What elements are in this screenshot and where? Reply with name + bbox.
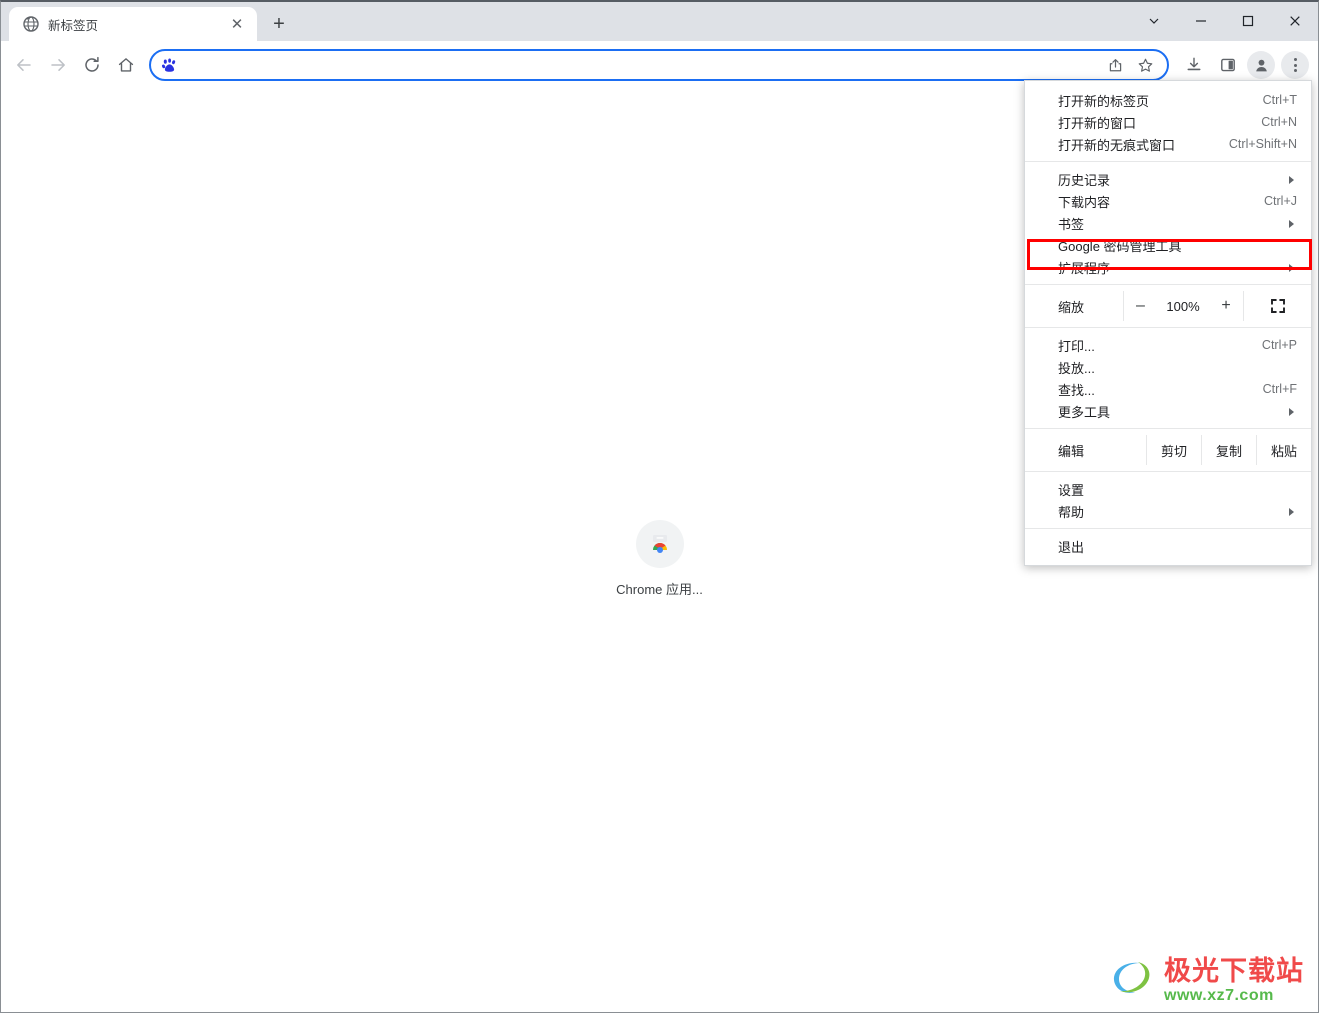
menu-edit-row: 编辑 剪切 复制 粘贴 bbox=[1025, 435, 1311, 465]
zoom-out-button[interactable]: – bbox=[1123, 291, 1157, 321]
profile-avatar[interactable] bbox=[1247, 51, 1275, 79]
share-icon[interactable] bbox=[1101, 51, 1129, 79]
window-controls bbox=[1130, 2, 1318, 40]
chrome-main-menu: 打开新的标签页 Ctrl+T 打开新的窗口 Ctrl+N 打开新的无痕式窗口 C… bbox=[1024, 80, 1312, 566]
menu-separator bbox=[1025, 284, 1311, 285]
menu-separator bbox=[1025, 471, 1311, 472]
watermark-text: 极光下载站 www.xz7.com bbox=[1164, 955, 1304, 1004]
close-icon[interactable] bbox=[1271, 2, 1318, 40]
browser-window: 新标签页 ✕ + Chrome 应用... 极光下载站 www.xz7.com … bbox=[0, 0, 1319, 1013]
menu-item-accel: Ctrl+F bbox=[1262, 382, 1297, 396]
menu-item-label: 更多工具 bbox=[1058, 404, 1111, 420]
address-input[interactable] bbox=[187, 51, 1092, 79]
menu-item-accel: Ctrl+Shift+N bbox=[1228, 137, 1297, 151]
chevron-right-icon bbox=[1288, 507, 1297, 516]
menu-item-new-tab[interactable]: 打开新的标签页 Ctrl+T bbox=[1025, 89, 1311, 111]
zoom-level-value: 100% bbox=[1166, 298, 1200, 314]
menu-item-extensions[interactable]: 扩展程序 bbox=[1025, 256, 1311, 278]
menu-item-more-tools[interactable]: 更多工具 bbox=[1025, 400, 1311, 422]
menu-item-label: 扩展程序 bbox=[1058, 260, 1111, 276]
address-bar[interactable] bbox=[149, 49, 1169, 81]
chevron-down-icon[interactable] bbox=[1130, 2, 1177, 40]
menu-item-help[interactable]: 帮助 bbox=[1025, 500, 1311, 522]
chevron-right-icon bbox=[1288, 219, 1297, 228]
menu-item-cast[interactable]: 投放... bbox=[1025, 356, 1311, 378]
menu-item-label: 查找... bbox=[1058, 382, 1095, 398]
menu-item-label: 打印... bbox=[1058, 338, 1095, 354]
back-icon[interactable] bbox=[7, 48, 41, 82]
edit-label: 编辑 bbox=[1058, 443, 1085, 459]
chrome-apps-shortcut[interactable]: Chrome 应用... bbox=[612, 520, 707, 598]
chrome-apps-label: Chrome 应用... bbox=[616, 582, 703, 597]
maximize-icon[interactable] bbox=[1224, 2, 1271, 40]
menu-item-bookmarks[interactable]: 书签 bbox=[1025, 212, 1311, 234]
download-icon[interactable] bbox=[1177, 48, 1211, 82]
home-icon[interactable] bbox=[109, 48, 143, 82]
menu-zoom-row: 缩放 – 100% + bbox=[1025, 291, 1311, 321]
menu-item-label: 打开新的窗口 bbox=[1058, 115, 1137, 131]
paste-button[interactable]: 粘贴 bbox=[1256, 435, 1311, 465]
menu-item-exit[interactable]: 退出 bbox=[1025, 535, 1311, 557]
copy-button[interactable]: 复制 bbox=[1201, 435, 1256, 465]
watermark-logo-icon bbox=[1110, 957, 1160, 1004]
menu-separator bbox=[1025, 327, 1311, 328]
menu-item-label: 下载内容 bbox=[1058, 194, 1111, 210]
tab-strip: 新标签页 ✕ + bbox=[1, 2, 1318, 41]
menu-item-find[interactable]: 查找... Ctrl+F bbox=[1025, 378, 1311, 400]
watermark-title: 极光下载站 bbox=[1164, 955, 1304, 986]
menu-item-label: 打开新的标签页 bbox=[1058, 93, 1150, 109]
side-panel-icon[interactable] bbox=[1211, 48, 1245, 82]
three-dots-icon bbox=[1293, 58, 1297, 72]
menu-item-new-incognito-window[interactable]: 打开新的无痕式窗口 Ctrl+Shift+N bbox=[1025, 133, 1311, 155]
menu-item-label: 打开新的无痕式窗口 bbox=[1058, 137, 1176, 153]
menu-item-new-window[interactable]: 打开新的窗口 Ctrl+N bbox=[1025, 111, 1311, 133]
chevron-right-icon bbox=[1288, 175, 1297, 184]
watermark-url: www.xz7.com bbox=[1164, 986, 1274, 1004]
chevron-right-icon bbox=[1288, 407, 1297, 416]
menu-item-downloads[interactable]: 下载内容 Ctrl+J bbox=[1025, 190, 1311, 212]
menu-item-print[interactable]: 打印... Ctrl+P bbox=[1025, 334, 1311, 356]
menu-item-accel: Ctrl+P bbox=[1261, 338, 1297, 352]
chrome-menu-button[interactable] bbox=[1281, 51, 1309, 79]
fullscreen-button[interactable] bbox=[1243, 291, 1311, 321]
menu-item-accel: Ctrl+N bbox=[1261, 115, 1297, 129]
menu-item-accel: Ctrl+T bbox=[1262, 93, 1297, 107]
new-tab-button[interactable]: + bbox=[265, 10, 293, 38]
tab-title: 新标签页 bbox=[48, 18, 99, 33]
zoom-in-button[interactable]: + bbox=[1209, 291, 1243, 321]
menu-separator bbox=[1025, 428, 1311, 429]
baidu-paw-icon bbox=[161, 57, 178, 74]
tab-new-tab-page[interactable]: 新标签页 ✕ bbox=[9, 7, 257, 41]
cut-button[interactable]: 剪切 bbox=[1146, 435, 1201, 465]
menu-item-password-manager[interactable]: Google 密码管理工具 bbox=[1025, 234, 1311, 256]
menu-item-label: 历史记录 bbox=[1058, 172, 1111, 188]
reload-icon[interactable] bbox=[75, 48, 109, 82]
menu-item-label: 书签 bbox=[1058, 216, 1085, 232]
watermark: 极光下载站 www.xz7.com bbox=[1110, 957, 1304, 1004]
chrome-apps-icon bbox=[635, 520, 684, 568]
menu-item-accel: Ctrl+J bbox=[1264, 194, 1297, 208]
menu-item-label: 设置 bbox=[1058, 482, 1085, 498]
menu-item-label: 退出 bbox=[1058, 539, 1085, 555]
menu-item-label: 投放... bbox=[1058, 360, 1095, 376]
omnibox-actions bbox=[1101, 51, 1159, 79]
menu-separator bbox=[1025, 528, 1311, 529]
minimize-icon[interactable] bbox=[1177, 2, 1224, 40]
menu-item-settings[interactable]: 设置 bbox=[1025, 478, 1311, 500]
menu-item-label: 帮助 bbox=[1058, 504, 1085, 520]
menu-item-history[interactable]: 历史记录 bbox=[1025, 168, 1311, 190]
forward-icon[interactable] bbox=[41, 48, 75, 82]
globe-icon bbox=[23, 16, 39, 32]
fullscreen-icon bbox=[1270, 299, 1285, 313]
menu-item-label: Google 密码管理工具 bbox=[1058, 238, 1182, 254]
chevron-right-icon bbox=[1288, 263, 1297, 272]
zoom-label: 缩放 bbox=[1058, 299, 1085, 315]
menu-separator bbox=[1025, 161, 1311, 162]
tab-close-icon[interactable]: ✕ bbox=[227, 14, 247, 34]
bookmark-star-icon[interactable] bbox=[1131, 51, 1159, 79]
